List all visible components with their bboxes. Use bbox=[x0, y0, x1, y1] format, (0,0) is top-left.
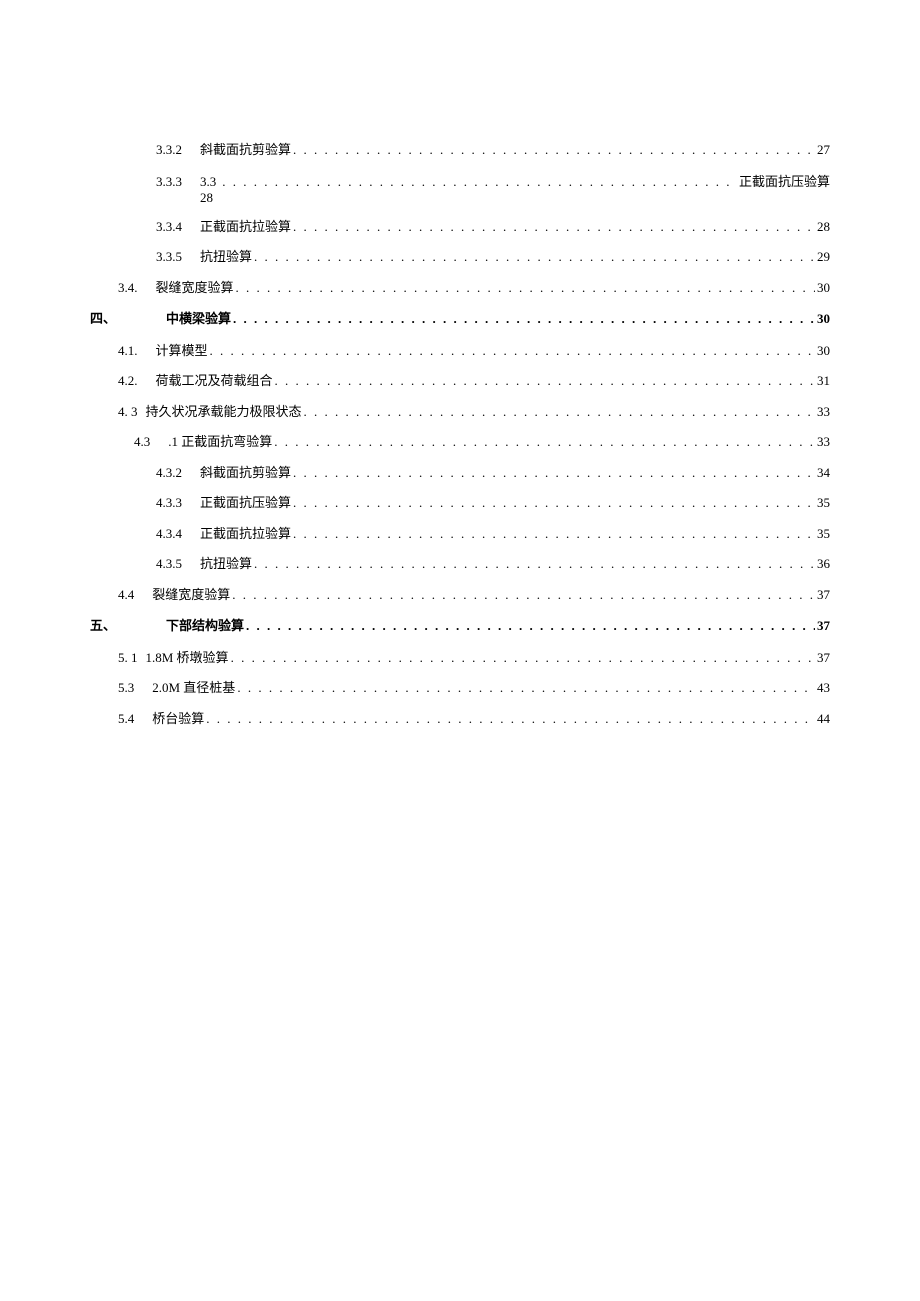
toc-page-number: 43 bbox=[815, 678, 830, 698]
toc-title: 2.0M 直径桩基 bbox=[152, 678, 235, 698]
toc-title: 裂缝宽度验算 bbox=[152, 585, 230, 605]
toc-entry: 5.4桥台验算. . . . . . . . . . . . . . . . .… bbox=[90, 709, 830, 729]
toc-entry: 4.3.4正截面抗拉验算. . . . . . . . . . . . . . … bbox=[90, 524, 830, 544]
table-of-contents: 3.3.2斜截面抗剪验算. . . . . . . . . . . . . . … bbox=[90, 140, 830, 728]
toc-number: 4. 3 bbox=[118, 402, 146, 422]
toc-page-number: 34 bbox=[815, 463, 830, 483]
toc-leader: . . . . . . . . . . . . . . . . . . . . … bbox=[244, 616, 815, 636]
toc-title: 中横梁验算 bbox=[166, 309, 231, 329]
toc-number: 3.3.3 bbox=[156, 174, 200, 190]
toc-entry: 3.3.4正截面抗拉验算. . . . . . . . . . . . . . … bbox=[90, 217, 830, 237]
toc-page-number: 30 bbox=[815, 341, 830, 361]
toc-number: 5.4 bbox=[118, 709, 152, 729]
toc-title: .1 正截面抗弯验算 bbox=[168, 432, 272, 452]
toc-entry: 五、下部结构验算. . . . . . . . . . . . . . . . … bbox=[90, 616, 830, 636]
toc-page-number: 44 bbox=[815, 709, 830, 729]
toc-number: 4.4 bbox=[118, 585, 152, 605]
toc-page-number: 29 bbox=[815, 247, 830, 267]
toc-title: 正截面抗压验算 bbox=[737, 171, 830, 190]
toc-entry: 四、中横梁验算. . . . . . . . . . . . . . . . .… bbox=[90, 309, 830, 329]
toc-entry: 4.4裂缝宽度验算. . . . . . . . . . . . . . . .… bbox=[90, 585, 830, 605]
toc-leader: . . . . . . . . . . . . . . . . . . . . … bbox=[252, 554, 815, 574]
toc-entry: 4. 3持久状况承载能力极限状态. . . . . . . . . . . . … bbox=[90, 402, 830, 422]
toc-leader: . . . . . . . . . . . . . . . . . . . . … bbox=[230, 585, 815, 605]
toc-title: 正截面抗压验算 bbox=[200, 493, 291, 513]
toc-leader: . . . . . . . . . . . . . . . . . . . . … bbox=[291, 140, 815, 160]
toc-title: 正截面抗拉验算 bbox=[200, 217, 291, 237]
toc-number: 五、 bbox=[90, 616, 166, 636]
toc-page-number: 37 bbox=[815, 616, 830, 636]
toc-entry: 5.32.0M 直径桩基. . . . . . . . . . . . . . … bbox=[90, 678, 830, 698]
toc-title: 荷载工况及荷载组合 bbox=[156, 371, 273, 391]
toc-leader: . . . . . . . . . . . . . . . . . . . . … bbox=[229, 648, 815, 668]
toc-title: 抗扭验算 bbox=[200, 554, 252, 574]
toc-entry: 3.4.裂缝宽度验算. . . . . . . . . . . . . . . … bbox=[90, 278, 830, 298]
toc-number: 3.3.5 bbox=[156, 247, 200, 267]
toc-leader: . . . . . . . . . . . . . . . . . . . . … bbox=[204, 709, 815, 729]
toc-leader: . . . . . . . . . . . . . . . . . . . . … bbox=[291, 493, 815, 513]
toc-page-number: 27 bbox=[815, 140, 830, 160]
toc-title: 计算模型 bbox=[156, 341, 208, 361]
toc-number: 5.3 bbox=[118, 678, 152, 698]
toc-title: 持久状况承载能力极限状态 bbox=[146, 402, 302, 422]
toc-entry: 3.3.33.3. . . . . . . . . . . . . . . . … bbox=[90, 171, 830, 206]
toc-page-number: 28 bbox=[815, 217, 830, 237]
toc-title: 1.8M 桥墩验算 bbox=[146, 648, 229, 668]
toc-title: 桥台验算 bbox=[152, 709, 204, 729]
toc-page-number: 36 bbox=[815, 554, 830, 574]
toc-entry: 4.3.1 正截面抗弯验算. . . . . . . . . . . . . .… bbox=[90, 432, 830, 452]
toc-leader: . . . . . . . . . . . . . . . . . . . . … bbox=[234, 278, 815, 298]
toc-leader: . . . . . . . . . . . . . . . . . . . . … bbox=[273, 371, 815, 391]
toc-entry: 4.2.荷载工况及荷载组合. . . . . . . . . . . . . .… bbox=[90, 371, 830, 391]
toc-number-secondary: 3.3 bbox=[200, 174, 220, 190]
toc-entry: 3.3.2斜截面抗剪验算. . . . . . . . . . . . . . … bbox=[90, 140, 830, 160]
toc-leader: . . . . . . . . . . . . . . . . . . . . … bbox=[208, 341, 815, 361]
toc-page-number: 37 bbox=[815, 585, 830, 605]
toc-title: 下部结构验算 bbox=[166, 616, 244, 636]
toc-number: 4.3.3 bbox=[156, 493, 200, 513]
toc-title: 裂缝宽度验算 bbox=[156, 278, 234, 298]
toc-entry: 5. 11.8M 桥墩验算. . . . . . . . . . . . . .… bbox=[90, 648, 830, 668]
toc-leader: . . . . . . . . . . . . . . . . . . . . … bbox=[291, 524, 815, 544]
toc-entry: 3.3.5抗扭验算. . . . . . . . . . . . . . . .… bbox=[90, 247, 830, 267]
toc-number: 4.3.4 bbox=[156, 524, 200, 544]
toc-leader: . . . . . . . . . . . . . . . . . . . . … bbox=[231, 309, 815, 329]
toc-leader: . . . . . . . . . . . . . . . . . . . . … bbox=[291, 463, 815, 483]
toc-leader: . . . . . . . . . . . . . . . . . . . . … bbox=[235, 678, 815, 698]
toc-page-number: 28 bbox=[90, 190, 830, 206]
toc-leader: . . . . . . . . . . . . . . . . . . . . … bbox=[252, 247, 815, 267]
toc-number: 4.2. bbox=[118, 371, 156, 391]
toc-page-number: 30 bbox=[815, 309, 830, 329]
toc-page-number: 33 bbox=[815, 432, 830, 452]
toc-page-number: 35 bbox=[815, 493, 830, 513]
toc-number: 4.3 bbox=[134, 432, 168, 452]
toc-page-number: 30 bbox=[815, 278, 830, 298]
toc-page-number: 35 bbox=[815, 524, 830, 544]
toc-leader: . . . . . . . . . . . . . . . . . . . . … bbox=[291, 217, 815, 237]
toc-number: 4.3.5 bbox=[156, 554, 200, 574]
toc-title: 抗扭验算 bbox=[200, 247, 252, 267]
toc-entry: 4.3.5抗扭验算. . . . . . . . . . . . . . . .… bbox=[90, 554, 830, 574]
toc-title: 斜截面抗剪验算 bbox=[200, 463, 291, 483]
toc-number: 5. 1 bbox=[118, 648, 146, 668]
toc-entry: 4.3.3正截面抗压验算. . . . . . . . . . . . . . … bbox=[90, 493, 830, 513]
toc-page-number: 33 bbox=[815, 402, 830, 422]
toc-number: 四、 bbox=[90, 309, 166, 329]
toc-title: 正截面抗拉验算 bbox=[200, 524, 291, 544]
toc-page-number: 31 bbox=[815, 371, 830, 391]
toc-leader: . . . . . . . . . . . . . . . . . . . . … bbox=[302, 402, 815, 422]
toc-entry: 4.3.2斜截面抗剪验算. . . . . . . . . . . . . . … bbox=[90, 463, 830, 483]
toc-number: 3.3.4 bbox=[156, 217, 200, 237]
toc-leader: . . . . . . . . . . . . . . . . . . . . … bbox=[220, 174, 737, 190]
toc-number: 4.1. bbox=[118, 341, 156, 361]
toc-title: 斜截面抗剪验算 bbox=[200, 140, 291, 160]
toc-page-number: 37 bbox=[815, 648, 830, 668]
toc-number: 4.3.2 bbox=[156, 463, 200, 483]
toc-leader: . . . . . . . . . . . . . . . . . . . . … bbox=[272, 432, 815, 452]
toc-entry: 4.1.计算模型. . . . . . . . . . . . . . . . … bbox=[90, 341, 830, 361]
toc-number: 3.4. bbox=[118, 278, 156, 298]
toc-number: 3.3.2 bbox=[156, 140, 200, 160]
